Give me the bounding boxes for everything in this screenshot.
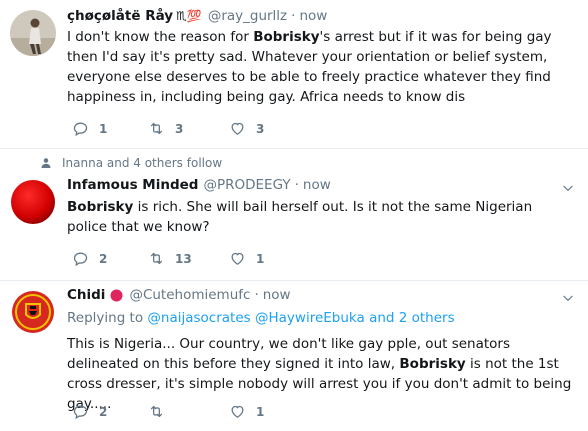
replying-prefix: Replying to (67, 310, 144, 326)
avatar-photo-icon (10, 10, 56, 56)
tweet-text-bold: Bobrisky (253, 29, 320, 45)
like-button[interactable]: 3 (229, 120, 264, 137)
reply-icon (73, 122, 88, 137)
user-handle[interactable]: @ray_gurllz (208, 8, 287, 24)
reply-icon (73, 405, 88, 420)
like-button[interactable]: 1 (229, 403, 264, 420)
like-count: 3 (256, 121, 265, 136)
avatar[interactable] (10, 10, 56, 56)
heart-icon (231, 122, 244, 135)
social-context: Inanna and 4 others follow (40, 156, 222, 170)
user-handle[interactable]: @PRODEEGY (203, 177, 290, 193)
reply-button[interactable]: 2 (72, 403, 107, 420)
tweet-1[interactable]: çhøçølåtë Råy ♏💯 @ray_gurllz · now I don… (0, 0, 588, 148)
red-circle-status-icon (110, 289, 123, 301)
timestamp[interactable]: now (299, 8, 327, 24)
social-context-text: Inanna and 4 others follow (62, 156, 223, 170)
chevron-down-icon[interactable] (561, 181, 575, 195)
heart-icon (231, 252, 244, 265)
display-name[interactable]: Infamous Minded (67, 177, 198, 193)
display-name[interactable]: çhøçølåtë Råy (67, 8, 173, 24)
like-button[interactable]: 1 (229, 250, 264, 267)
tweet-text-part: I don't know the reason for (67, 29, 254, 45)
tweet-text: I don't know the reason for Bobrisky's a… (67, 27, 572, 107)
reply-count: 1 (99, 121, 108, 136)
reply-count: 2 (99, 404, 108, 419)
display-name[interactable]: Chidi (67, 287, 105, 303)
retweet-icon (150, 122, 163, 135)
tweet-text: Bobrisky is rich. She will bail herself … (67, 197, 572, 237)
separator-dot: · (254, 287, 259, 303)
avatar[interactable] (10, 179, 56, 225)
tweet-2[interactable]: Inanna and 4 others follow Infamous Mind… (0, 149, 588, 283)
chevron-down-icon[interactable] (561, 291, 575, 305)
tweet-3[interactable]: Chidi @Cutehomiemufc · now Replying to @… (0, 281, 588, 431)
timestamp[interactable]: now (263, 287, 291, 303)
retweet-button[interactable]: 3 (148, 120, 183, 137)
avatar[interactable] (10, 289, 56, 335)
retweet-button[interactable] (148, 403, 175, 420)
tweet-header: çhøçølåtë Råy ♏💯 @ray_gurllz · now (67, 8, 327, 24)
retweet-button[interactable]: 13 (148, 250, 192, 267)
retweet-icon (150, 252, 163, 265)
retweet-count: 3 (175, 121, 184, 136)
tweet-header: Chidi @Cutehomiemufc · now (67, 287, 291, 303)
reply-icon (73, 252, 88, 267)
club-crest-avatar-icon (10, 289, 56, 335)
emoji-badges: ♏💯 (176, 9, 202, 23)
reply-button[interactable]: 1 (72, 120, 107, 137)
separator-dot: · (291, 8, 296, 24)
tweet-text-bold: Bobrisky (67, 199, 134, 215)
red-circle-avatar-icon (10, 179, 56, 225)
separator-dot: · (294, 177, 299, 193)
timestamp[interactable]: now (303, 177, 331, 193)
tweet-text-bold: Bobrisky (399, 356, 466, 372)
retweet-count: 13 (175, 251, 192, 266)
mention-link[interactable]: @HaywireEbuka (255, 310, 365, 326)
reply-count: 2 (99, 251, 108, 266)
mention-link[interactable]: @naijasocrates (147, 310, 250, 326)
others-link[interactable]: and 2 others (369, 310, 455, 326)
reply-button[interactable]: 2 (72, 250, 107, 267)
heart-icon (231, 405, 244, 418)
tweet-header: Infamous Minded @PRODEEGY · now (67, 177, 331, 193)
like-count: 1 (256, 404, 265, 419)
tweet-text-part: is rich. She will bail herself out. Is i… (67, 199, 533, 235)
retweet-icon (150, 405, 163, 418)
tweet-text: This is Nigeria... Our country, we don't… (67, 334, 572, 414)
person-icon (41, 158, 51, 168)
like-count: 1 (256, 251, 265, 266)
user-handle[interactable]: @Cutehomiemufc (129, 287, 250, 303)
replying-to: Replying to @naijasocrates @HaywireEbuka… (67, 310, 455, 326)
